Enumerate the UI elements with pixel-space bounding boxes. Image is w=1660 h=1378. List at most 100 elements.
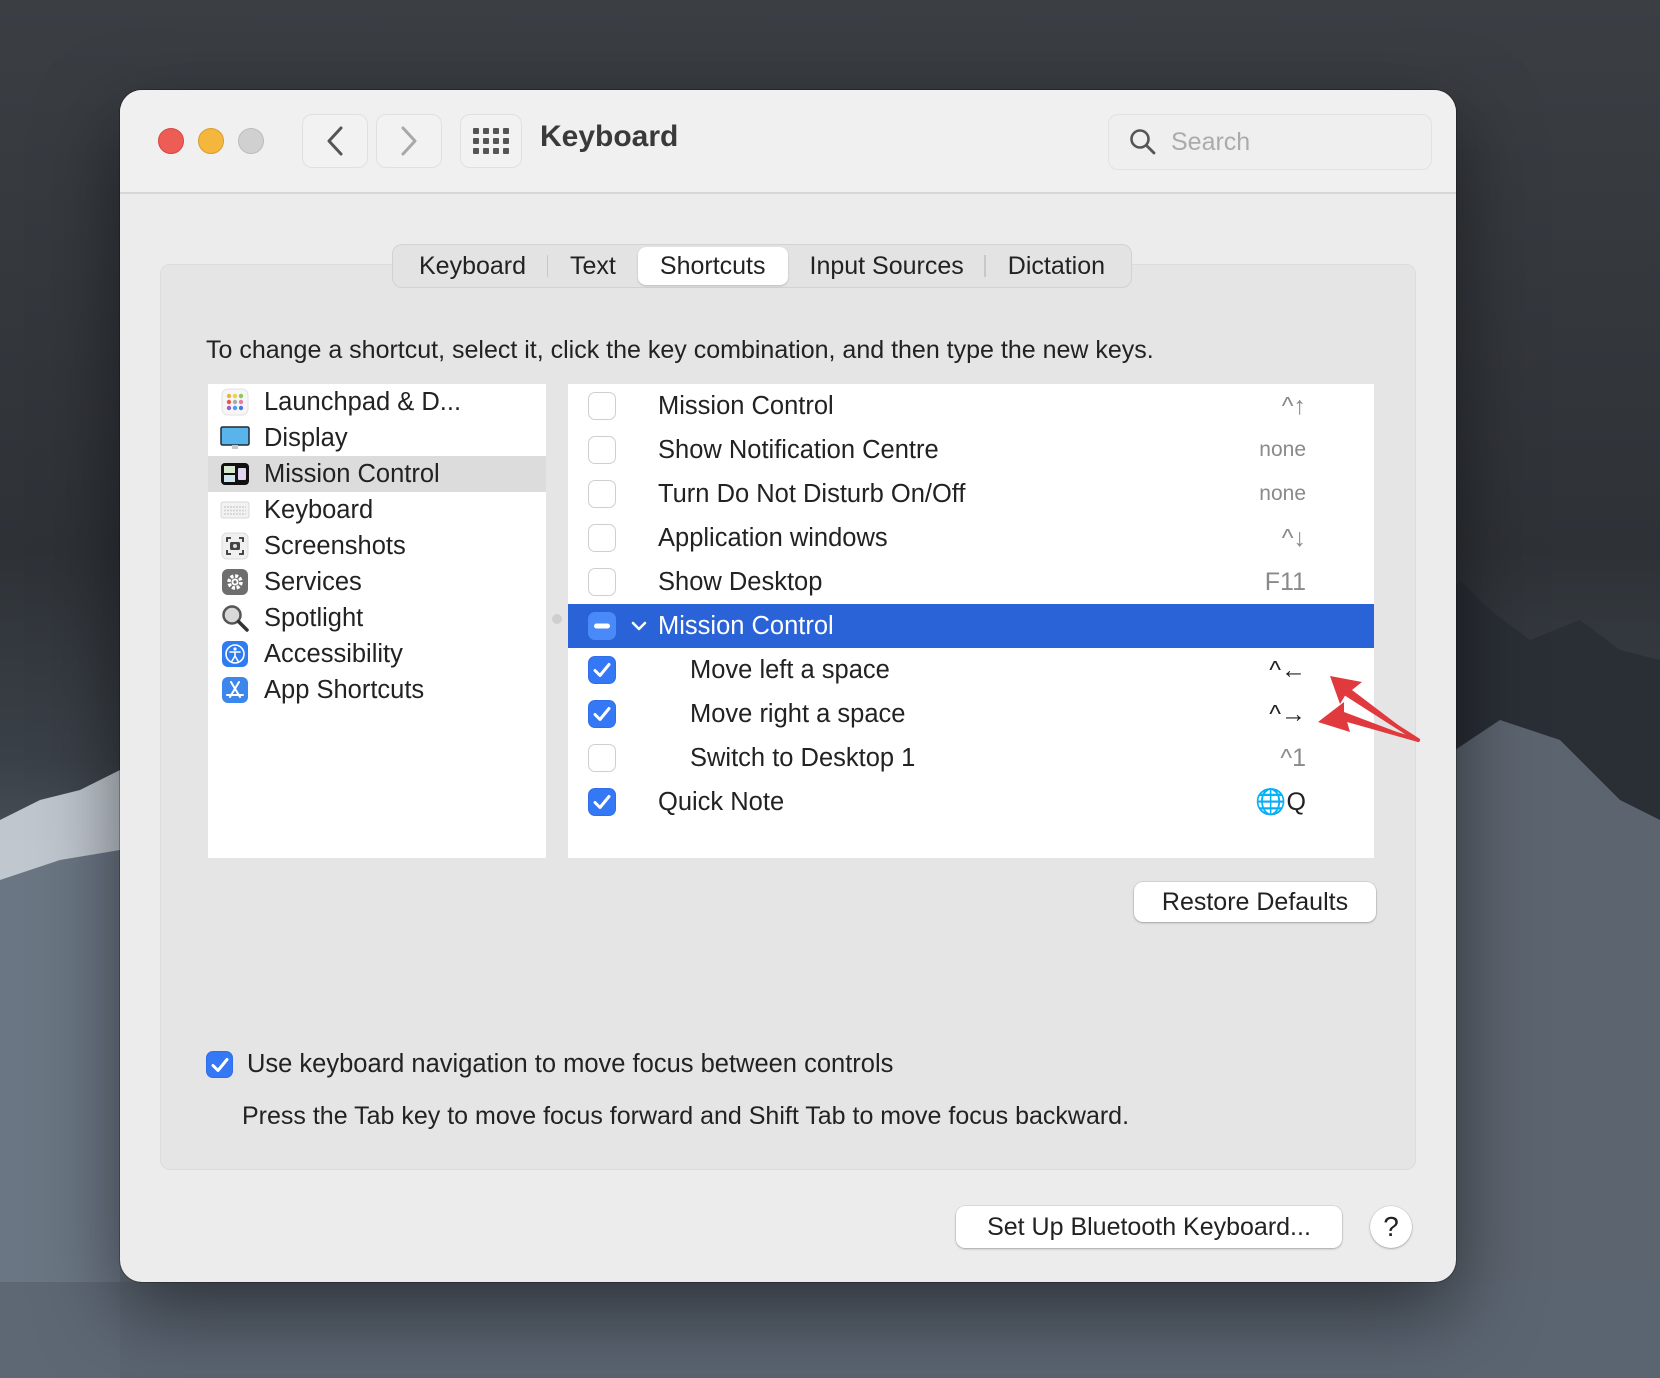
category-label: Accessibility (264, 639, 403, 668)
back-button[interactable] (302, 114, 368, 168)
shortcut-checkbox[interactable] (588, 480, 616, 508)
category-spotlight[interactable]: Spotlight (208, 600, 546, 636)
shortcut-row[interactable]: Application windows ^↓ (568, 516, 1374, 560)
keyboard-icon (220, 496, 250, 524)
keyboard-navigation-checkbox[interactable] (206, 1051, 233, 1078)
shortcut-label: Application windows (658, 523, 888, 552)
split-view-divider-handle[interactable] (552, 614, 562, 624)
shortcut-row[interactable]: Move left a space ^← (568, 648, 1374, 692)
tab-input-sources[interactable]: Input Sources (788, 247, 987, 285)
category-mission-control[interactable]: Mission Control (208, 456, 546, 492)
screenshot-icon (220, 532, 250, 560)
shortcut-key[interactable]: F11 (1265, 568, 1306, 597)
keyboard-navigation-hint: Press the Tab key to move focus forward … (242, 1102, 1130, 1130)
shortcut-checkbox[interactable] (588, 524, 616, 552)
shortcut-label: Show Notification Centre (658, 435, 939, 464)
tab-shortcuts[interactable]: Shortcuts (637, 247, 788, 285)
minimize-window-button[interactable] (198, 128, 224, 154)
shortcut-row[interactable]: Show Notification Centre none (568, 428, 1374, 472)
shortcut-checkbox[interactable] (588, 700, 616, 728)
category-services[interactable]: Services (208, 564, 546, 600)
shortcut-label: Show Desktop (658, 567, 823, 596)
shortcut-row[interactable]: Mission Control ^↑ (568, 384, 1374, 428)
shortcut-label: Move left a space (690, 655, 890, 684)
app-store-icon (220, 676, 250, 704)
shortcut-key[interactable]: ^← (1269, 656, 1306, 685)
help-button[interactable]: ? (1370, 1206, 1412, 1248)
tab-keyboard[interactable]: Keyboard (397, 247, 549, 285)
category-label: Keyboard (264, 495, 374, 524)
shortcut-checkbox[interactable] (588, 436, 616, 464)
search-field[interactable] (1108, 114, 1432, 170)
tab-dictation[interactable]: Dictation (986, 247, 1127, 285)
category-keyboard[interactable]: Keyboard (208, 492, 546, 528)
shortcut-key[interactable]: ^→ (1269, 700, 1306, 729)
launchpad-icon (220, 388, 250, 416)
category-label: Spotlight (264, 603, 364, 632)
tab-text[interactable]: Text (548, 247, 638, 285)
category-label: Mission Control (264, 459, 440, 488)
category-display[interactable]: Display (208, 420, 546, 456)
set-up-bluetooth-keyboard-button[interactable]: Set Up Bluetooth Keyboard... (956, 1206, 1342, 1248)
keyboard-preferences-window: Keyboard Keyboard Text Shortcuts Input S… (120, 90, 1456, 1282)
shortcut-row[interactable]: Quick Note 🌐Q (568, 780, 1374, 824)
shortcut-label: Turn Do Not Disturb On/Off (658, 479, 966, 508)
category-label: Screenshots (264, 531, 406, 560)
shortcut-key[interactable]: ^↑ (1282, 392, 1306, 421)
checkmark-icon (593, 795, 611, 809)
shortcut-key[interactable]: ^1 (1280, 744, 1306, 773)
shortcut-group-label: Mission Control (658, 611, 834, 640)
category-app-shortcuts[interactable]: App Shortcuts (208, 672, 546, 708)
shortcut-checkbox[interactable] (588, 392, 616, 420)
gear-icon (220, 568, 250, 596)
magnifier-icon (220, 604, 250, 632)
category-label: Services (264, 567, 362, 596)
keyboard-navigation-option: Use keyboard navigation to move focus be… (206, 1050, 893, 1079)
tab-bar: Keyboard Text Shortcuts Input Sources Di… (392, 244, 1133, 288)
shortcut-label: Switch to Desktop 1 (690, 743, 916, 772)
show-all-grid-icon (473, 128, 509, 154)
shortcut-key[interactable]: none (1259, 438, 1306, 462)
chevron-right-icon (401, 126, 417, 156)
shortcut-checkbox[interactable] (588, 656, 616, 684)
shortcut-row[interactable]: Turn Do Not Disturb On/Off none (568, 472, 1374, 516)
shortcut-key[interactable]: ^↓ (1282, 524, 1306, 553)
category-launchpad[interactable]: Launchpad & D... (208, 384, 546, 420)
shortcut-key[interactable]: none (1259, 482, 1306, 506)
category-label: App Shortcuts (264, 675, 425, 704)
category-label: Launchpad & D... (264, 387, 462, 416)
category-accessibility[interactable]: Accessibility (208, 636, 546, 672)
shortcut-label: Move right a space (690, 699, 906, 728)
window-title: Keyboard (540, 120, 679, 153)
mission-control-icon (220, 460, 250, 488)
chevron-left-icon (327, 126, 343, 156)
category-screenshots[interactable]: Screenshots (208, 528, 546, 564)
category-label: Display (264, 423, 348, 452)
shortcut-checkbox[interactable] (588, 744, 616, 772)
shortcut-row[interactable]: Move right a space ^→ (568, 692, 1374, 736)
checkmark-icon (593, 707, 611, 721)
search-icon (1130, 129, 1156, 155)
shortcut-list: Mission Control ^↑ Show Notification Cen… (568, 384, 1374, 858)
accessibility-icon (220, 640, 250, 668)
shortcut-group-row-selected[interactable]: Mission Control (568, 604, 1374, 648)
shortcut-row[interactable]: Show Desktop F11 (568, 560, 1374, 604)
dash-icon (594, 623, 610, 629)
zoom-window-button[interactable] (238, 128, 264, 154)
shortcut-group-checkbox[interactable] (588, 612, 616, 640)
instructions-text: To change a shortcut, select it, click t… (206, 336, 1154, 364)
shortcut-key[interactable]: 🌐Q (1255, 788, 1306, 817)
shortcut-row[interactable]: Switch to Desktop 1 ^1 (568, 736, 1374, 780)
checkmark-icon (593, 663, 611, 677)
forward-button[interactable] (376, 114, 442, 168)
keyboard-navigation-label[interactable]: Use keyboard navigation to move focus be… (247, 1050, 893, 1079)
shortcut-checkbox[interactable] (588, 788, 616, 816)
disclosure-chevron-down-icon[interactable] (630, 616, 648, 636)
close-window-button[interactable] (158, 128, 184, 154)
shortcut-label: Quick Note (658, 787, 785, 816)
title-bar: Keyboard (120, 90, 1456, 194)
show-all-button[interactable] (460, 114, 522, 168)
restore-defaults-button[interactable]: Restore Defaults (1134, 882, 1376, 922)
search-input[interactable] (1171, 127, 1411, 157)
shortcut-checkbox[interactable] (588, 568, 616, 596)
